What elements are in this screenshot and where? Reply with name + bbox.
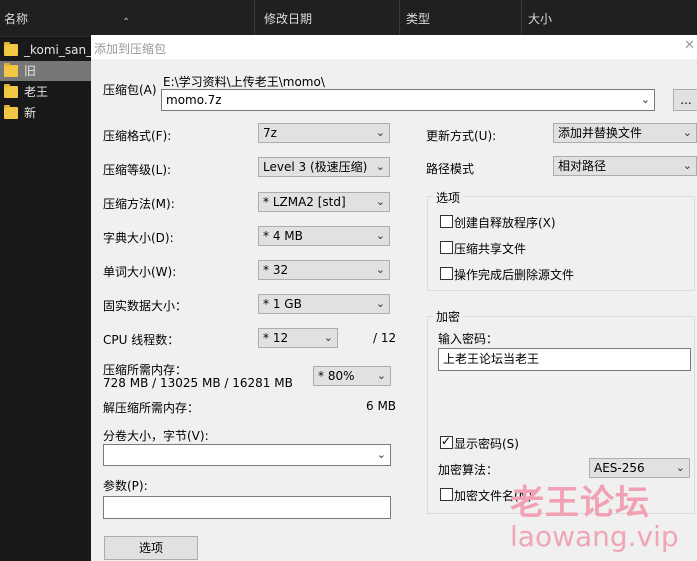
chevron-down-icon: ⌄	[375, 126, 385, 139]
level-label: 压缩等级(L):	[103, 163, 172, 177]
format-label: 压缩格式(F):	[103, 129, 172, 143]
folder-icon	[4, 105, 18, 119]
shared-files-label: 压缩共享文件	[454, 242, 527, 256]
path-mode-select[interactable]: 相对路径 ⌄	[553, 156, 697, 176]
update-label: 更新方式(U):	[426, 129, 497, 143]
cpu-label: CPU 线程数：	[103, 333, 180, 347]
chevron-down-icon: ⌄	[376, 369, 386, 382]
explorer-column-header: 名称 ⌃ 修改日期 类型 大小	[0, 0, 697, 37]
chevron-down-icon: ⌄	[675, 461, 685, 474]
archive-name-input[interactable]: momo.7z ⌄	[161, 89, 655, 111]
file-list: _komi_san_ 旧 老王 新	[0, 38, 92, 561]
mem-detail: 728 MB / 13025 MB / 16281 MB	[103, 376, 293, 390]
path-mode-label: 路径模式	[426, 162, 475, 176]
password-input[interactable]: 上老王论坛当老王	[438, 348, 691, 371]
column-name-label: 名称	[4, 12, 29, 26]
chevron-down-icon: ⌄	[375, 297, 385, 310]
word-label: 单词大小(W):	[103, 265, 177, 279]
chevron-down-icon: ⌄	[682, 159, 692, 172]
solid-label: 固实数据大小：	[103, 299, 188, 313]
dialog-title-bar[interactable]: 添加到压缩包 ✕	[91, 35, 697, 59]
algorithm-label: 加密算法：	[438, 463, 499, 477]
format-select[interactable]: 7z ⌄	[258, 123, 390, 143]
file-item-laowang[interactable]: 老王	[0, 82, 92, 102]
folder-icon	[4, 63, 18, 77]
cpu-select[interactable]: * 12 ⌄	[258, 328, 338, 348]
file-item-komi-san[interactable]: _komi_san_	[0, 40, 92, 60]
chevron-down-icon: ⌄	[682, 126, 692, 139]
column-type[interactable]: 类型	[402, 0, 522, 36]
column-size[interactable]: 大小	[524, 0, 697, 36]
dict-label: 字典大小(D):	[103, 231, 174, 245]
chevron-down-icon: ⌄	[375, 229, 385, 242]
word-select[interactable]: * 32 ⌄	[258, 260, 390, 280]
chevron-down-icon: ⌄	[375, 160, 385, 173]
method-label: 压缩方法(M):	[103, 197, 175, 211]
show-password-checkbox[interactable]	[440, 434, 453, 449]
watermark-url: laowang.vip	[510, 520, 679, 553]
chevron-down-icon: ⌄	[323, 331, 333, 344]
column-name[interactable]: 名称 ⌃	[0, 0, 255, 36]
split-label: 分卷大小，字节(V):	[103, 429, 209, 443]
encrypt-names-checkbox[interactable]	[440, 488, 453, 501]
file-item-old[interactable]: 旧	[0, 61, 92, 81]
folder-icon	[4, 42, 18, 56]
chevron-down-icon[interactable]: ⌄	[377, 445, 386, 465]
watermark-text: 老王论坛	[510, 483, 650, 523]
dict-select[interactable]: * 4 MB ⌄	[258, 226, 390, 246]
chevron-down-icon: ⌄	[375, 263, 385, 276]
sfx-checkbox[interactable]	[440, 215, 453, 228]
file-item-new[interactable]: 新	[0, 103, 92, 123]
delete-after-checkbox[interactable]	[440, 267, 453, 280]
options-button[interactable]: 选项	[104, 536, 198, 560]
dialog-title: 添加到压缩包	[94, 42, 167, 56]
solid-select[interactable]: * 1 GB ⌄	[258, 294, 390, 314]
split-input[interactable]: ⌄	[103, 444, 391, 466]
cpu-total: / 12	[373, 331, 397, 345]
show-password-label: 显示密码(S)	[454, 437, 519, 451]
chevron-down-icon[interactable]: ⌄	[641, 90, 650, 110]
browse-button[interactable]: ...	[673, 89, 697, 111]
password-label: 输入密码：	[438, 332, 499, 346]
params-label: 参数(P):	[103, 479, 148, 493]
decomp-label: 解压缩所需内存：	[103, 401, 200, 415]
archive-label: 压缩包(A)	[103, 83, 157, 97]
method-select[interactable]: * LZMA2 [std] ⌄	[258, 192, 390, 212]
params-input[interactable]	[103, 496, 391, 519]
mem-select[interactable]: * 80% ⌄	[313, 366, 391, 386]
column-modified[interactable]: 修改日期	[260, 0, 400, 36]
update-select[interactable]: 添加并替换文件 ⌄	[553, 123, 697, 143]
close-icon[interactable]: ✕	[684, 38, 695, 53]
options-group-title: 选项	[433, 189, 464, 206]
chevron-down-icon: ⌄	[375, 195, 385, 208]
sfx-label: 创建自释放程序(X)	[454, 216, 556, 230]
folder-icon	[4, 84, 18, 98]
decomp-value: 6 MB	[366, 399, 397, 413]
delete-after-label: 操作完成后删除源文件	[454, 268, 575, 282]
archive-path: E:\学习资料\上传老王\momo\	[163, 75, 325, 89]
shared-files-checkbox[interactable]	[440, 241, 453, 254]
level-select[interactable]: Level 3 (极速压缩) ⌄	[258, 157, 390, 177]
encryption-group-title: 加密	[433, 308, 464, 325]
